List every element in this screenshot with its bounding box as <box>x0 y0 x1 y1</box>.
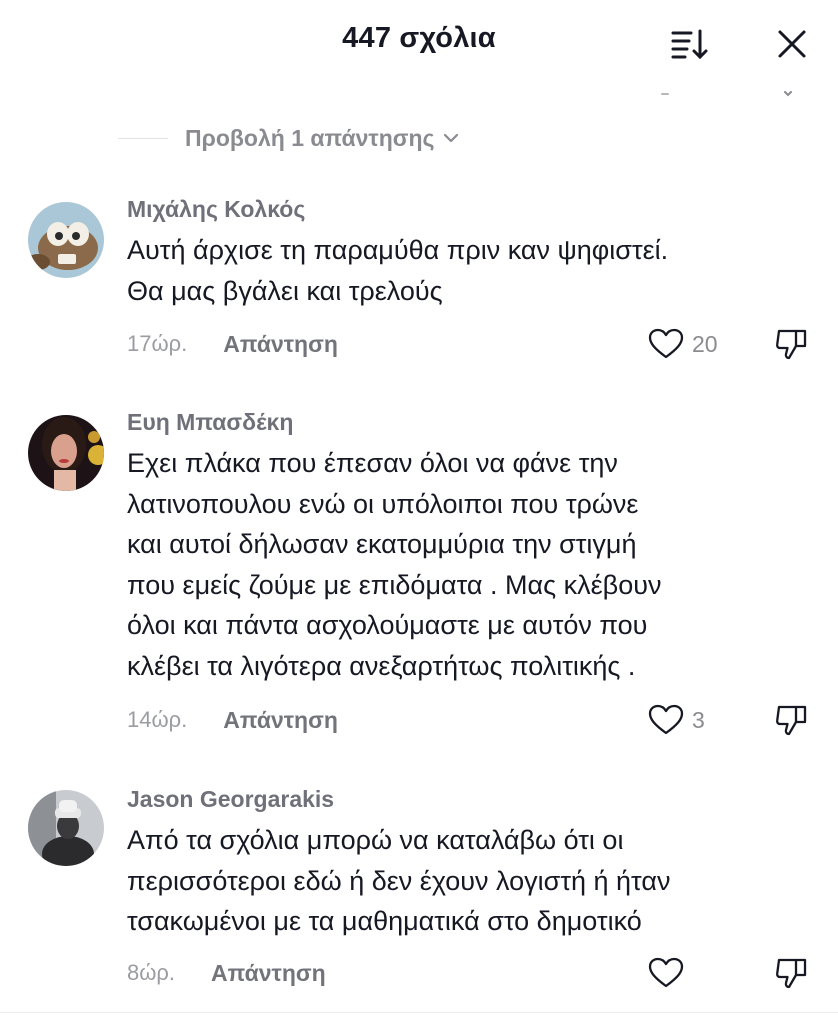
comment-username[interactable]: Ευη Μπασδέκη <box>127 409 293 436</box>
comment-text: Εχει πλάκα που έπεσαν όλοι να φάνε την λ… <box>127 443 827 686</box>
like-button[interactable] <box>648 953 692 993</box>
comment-text-line: και αυτοί δήλωσαν εκατομμύρια την στιγμή <box>127 529 637 559</box>
dislike-button[interactable] <box>772 700 810 740</box>
clipped-icon-fragment <box>783 84 793 97</box>
comments-header: 447 σχόλια <box>0 0 838 84</box>
comment-text-line: όλοι και πάντα ασχολούμαστε με αυτόν που <box>127 610 648 640</box>
heart-icon <box>648 704 684 735</box>
comment-text-line: περισσότεροι εδώ ή δεν έχουν λογιστή ή ή… <box>127 865 671 896</box>
comments-count-title: 447 σχόλια <box>342 22 496 54</box>
close-button[interactable] <box>770 22 814 66</box>
close-icon <box>778 30 806 58</box>
clipped-icon-fragment <box>660 84 670 95</box>
like-button[interactable]: 3 <box>648 700 705 740</box>
comment-time: 17ώρ. <box>127 331 188 356</box>
sort-icon <box>671 29 708 60</box>
comment-time: 14ώρ. <box>127 707 188 732</box>
heart-icon <box>648 957 684 988</box>
reply-button[interactable]: Απάντηση <box>223 331 338 358</box>
comment-text-line: τσακωμένοι με τα μαθηματικά στο δημοτικό <box>127 906 642 936</box>
comment-meta: 8ώρ. Απάντηση <box>127 955 326 991</box>
reply-thread-line <box>118 137 168 139</box>
avatar[interactable] <box>28 202 104 278</box>
comment-text-line: Αυτή άρχισε τη παραμύθα πριν καν ψηφιστε… <box>127 235 669 265</box>
comment-text-line: Εχει πλάκα που έπεσαν όλοι να φάνε την <box>127 448 618 478</box>
avatar[interactable] <box>28 790 104 866</box>
heart-icon <box>648 328 684 359</box>
avatar[interactable] <box>28 415 104 491</box>
comment-text-line: Θα μας βγάλει και τρελούς <box>127 275 443 306</box>
view-replies-label: Προβολή 1 απάντησης <box>185 124 435 151</box>
comment-text: Από τα σχόλια μπορώ να καταλάβω ότι οι π… <box>127 820 827 942</box>
comment-username[interactable]: Μιχάλης Κολκός <box>127 196 305 223</box>
comment-time: 8ώρ. <box>127 960 176 985</box>
comment-meta: 14ώρ. Απάντηση <box>127 702 338 738</box>
comment-text-line: κλέβει τα λιγότερα ανεξαρτήτως πολιτικής… <box>127 650 636 681</box>
reply-button[interactable]: Απάντηση <box>223 707 338 734</box>
chevron-down-icon <box>443 133 459 143</box>
comment-text-line: που εμείς ζούμε με επιδόματα . Μας κλέβο… <box>127 569 662 600</box>
dislike-button[interactable] <box>772 953 810 993</box>
divider <box>0 1012 838 1013</box>
sort-button[interactable] <box>668 22 712 66</box>
thumbs-down-icon <box>775 958 807 989</box>
comment-text-line: Από τα σχόλια μπορώ να καταλάβω ότι οι <box>127 825 624 855</box>
like-count: 3 <box>692 706 705 733</box>
reply-button[interactable]: Απάντηση <box>211 960 326 987</box>
comment-text: Αυτή άρχισε τη παραμύθα πριν καν ψηφιστε… <box>127 230 827 311</box>
like-button[interactable]: 20 <box>648 324 718 364</box>
comment-meta: 17ώρ. Απάντηση <box>127 326 338 362</box>
thumbs-down-icon <box>775 329 807 360</box>
like-count: 20 <box>692 330 718 357</box>
comment-username[interactable]: Jason Georgarakis <box>127 786 334 813</box>
thumbs-down-icon <box>775 705 807 736</box>
dislike-button[interactable] <box>772 324 810 364</box>
comment-text-line: λατινοπουλου ενώ οι υπόλοιποι που τρώνε <box>127 488 639 519</box>
view-replies-button[interactable]: Προβολή 1 απάντησης <box>118 118 459 158</box>
